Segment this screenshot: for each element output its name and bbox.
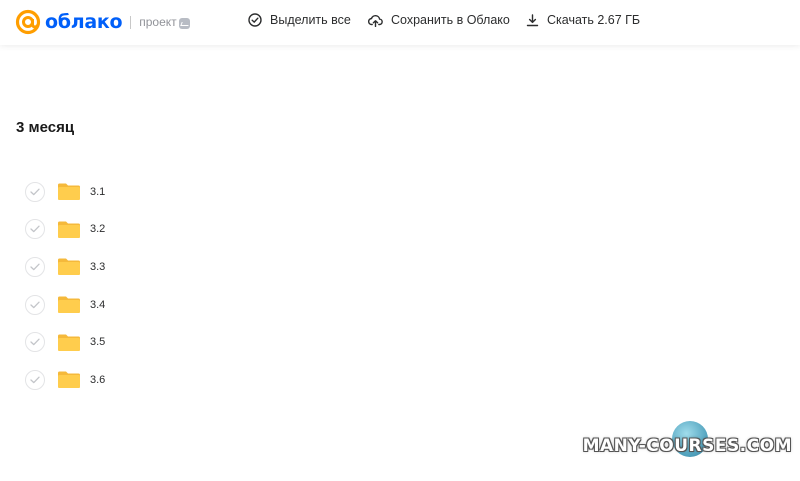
select-all-button[interactable]: Выделить все bbox=[248, 13, 351, 27]
select-all-label: Выделить все bbox=[270, 13, 351, 27]
select-checkbox[interactable] bbox=[25, 256, 45, 277]
folder-list: 3.1 3.2 3.3 3.4 3.5 3.6 bbox=[25, 173, 105, 399]
cloud-upload-icon bbox=[368, 14, 383, 27]
folder-icon bbox=[58, 371, 80, 389]
vk-icon bbox=[178, 17, 190, 29]
folder-icon bbox=[58, 221, 80, 238]
check-icon bbox=[30, 376, 40, 384]
list-item[interactable]: 3.6 bbox=[25, 361, 105, 399]
select-checkbox[interactable] bbox=[25, 332, 45, 353]
list-item[interactable]: 3.2 bbox=[25, 211, 105, 249]
folder-icon bbox=[58, 258, 80, 276]
folder-name: 3.1 bbox=[90, 185, 106, 198]
select-checkbox[interactable] bbox=[25, 181, 45, 202]
check-icon bbox=[30, 301, 40, 308]
top-bar: облако проект Выделить все Сохранить в О… bbox=[0, 0, 800, 45]
folder-icon bbox=[58, 183, 80, 201]
folder-icon bbox=[58, 334, 80, 351]
download-icon bbox=[526, 13, 539, 26]
folder-name: 3.2 bbox=[90, 223, 106, 236]
section-title: 3 месяц bbox=[16, 119, 75, 136]
list-item[interactable]: 3.4 bbox=[25, 286, 105, 324]
check-icon bbox=[30, 188, 40, 196]
logo-divider bbox=[130, 15, 132, 29]
select-checkbox[interactable] bbox=[25, 294, 45, 315]
save-to-cloud-label: Сохранить в Облако bbox=[391, 13, 510, 27]
save-to-cloud-button[interactable]: Сохранить в Облако bbox=[368, 13, 510, 27]
check-icon bbox=[30, 225, 40, 233]
download-label: Скачать 2.67 ГБ bbox=[547, 13, 641, 27]
folder-name: 3.3 bbox=[90, 260, 106, 273]
at-sign-logo-icon bbox=[15, 9, 41, 35]
folder-name: 3.4 bbox=[90, 298, 106, 311]
check-circle-icon bbox=[248, 13, 262, 27]
logo-text: облако bbox=[45, 11, 123, 33]
folder-icon bbox=[58, 296, 80, 314]
check-icon bbox=[30, 263, 40, 271]
list-item[interactable]: 3.3 bbox=[25, 248, 105, 286]
watermark: MANY-COURSES.COM bbox=[582, 436, 792, 456]
folder-name: 3.6 bbox=[90, 373, 106, 386]
logo[interactable]: облако проект bbox=[15, 9, 190, 35]
check-icon bbox=[30, 338, 40, 346]
download-button[interactable]: Скачать 2.67 ГБ bbox=[526, 13, 640, 27]
list-item[interactable]: 3.5 bbox=[25, 323, 105, 361]
select-checkbox[interactable] bbox=[25, 369, 45, 390]
project-label: проект bbox=[139, 15, 177, 29]
select-checkbox[interactable] bbox=[25, 219, 45, 240]
list-item[interactable]: 3.1 bbox=[25, 173, 105, 211]
folder-name: 3.5 bbox=[90, 336, 106, 349]
